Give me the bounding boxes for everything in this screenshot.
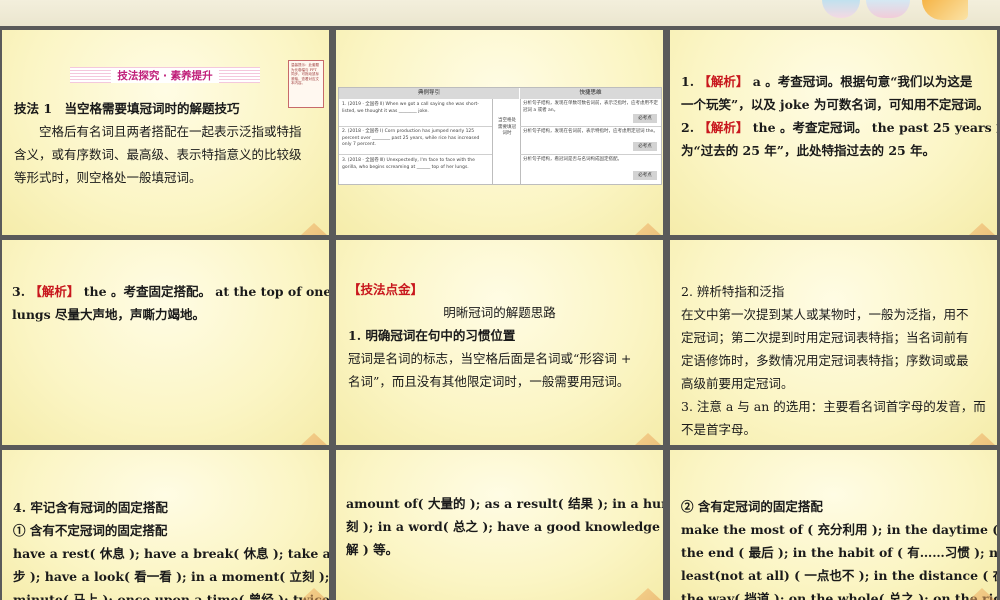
example-table: 典例导引 快捷思维 1. (2019 · 全国卷 Ⅱ) When we got … xyxy=(338,87,662,185)
reminder-note: 温馨提示：此套题为长卷幅与 PPT 同步，可拖动鼠标滚轴，查看对应文本内容。 xyxy=(288,60,324,108)
text-line: 解 ) 等。 xyxy=(346,542,399,557)
text-line: 1. 明确冠词在句中的习惯位置 xyxy=(348,328,516,343)
slide-thumbnail-5[interactable]: 【技法点金】 明晰冠词的解题思路 1. 明确冠词在句中的习惯位置 冠词是名词的标… xyxy=(336,240,663,445)
badge: 必考点 xyxy=(633,171,657,180)
slide-thumbnail-1[interactable]: 技法探究 · 素养提升 温馨提示：此套题为长卷幅与 PPT 同步，可拖动鼠标滚轴… xyxy=(2,30,329,235)
text-line: 步 ); have a look( 看一看 ); in a moment( 立刻… xyxy=(13,569,329,584)
table-cell: 当空格处需要填冠词时 xyxy=(498,118,516,136)
text-line: 名词”，而且没有其他限定词时，一般需要用冠词。 xyxy=(348,374,630,389)
analysis-tag: 【解析】 xyxy=(29,284,80,299)
table-header: 快捷思维 xyxy=(520,88,661,99)
text-line: minute( 马上 ); once upon a time( 曾经 ); tw… xyxy=(13,592,329,600)
slide-thumbnail-3[interactable]: 1. 【解析】 a 。考查冠词。根据句意“我们以为这是 一个玩笑”，以及 jok… xyxy=(670,30,997,235)
table-cell: 2. (2018 · 全国卷 Ⅰ) Corn production has ju… xyxy=(342,129,480,147)
answer-line: 2. 【解析】 the 。考查定冠词。 the past 25 years 意 xyxy=(681,120,997,135)
text-line: 3. 注意 a 与 an 的选用：主要看名词首字母的发音，而 xyxy=(681,399,986,414)
answer-line: 3. 【解析】 the 。考查固定搭配。 at the top of one’s xyxy=(12,284,329,299)
slide-thumbnail-7[interactable]: 4. 牢记含有冠词的固定搭配 ① 含有不定冠词的固定搭配 have a rest… xyxy=(2,450,329,600)
balloon-decoration xyxy=(822,0,860,18)
text-line: 高级前要用定冠词。 xyxy=(681,376,794,391)
text-line: 等形式时，则空格处一般填冠词。 xyxy=(14,170,202,185)
text-line: make the most of ( 充分利用 ); in the daytim… xyxy=(681,522,997,537)
table-cell: 3. (2018 · 全国卷 Ⅲ) Unexpectedly, I'm face… xyxy=(342,158,475,170)
table-header: 典例导引 xyxy=(339,88,519,99)
text-line: 定冠词；第二次提到时用定冠词表特指；当名词前有 xyxy=(681,330,969,345)
slide-thumbnail-8[interactable]: amount of( 大量的 ); as a result( 结果 ); in … xyxy=(336,450,663,600)
balloon-decoration xyxy=(866,0,910,18)
text-line: amount of( 大量的 ); as a result( 结果 ); in … xyxy=(346,496,663,511)
text-line: 冠词是名词的标志，当空格后面是名词或“形容词 + xyxy=(348,351,632,366)
text-line: 在文中第一次提到某人或某物时，一般为泛指，用不 xyxy=(681,307,969,322)
text-line: 刻 ); in a word( 总之 ); have a good knowle… xyxy=(346,519,663,534)
top-banner-strip xyxy=(0,0,1000,26)
slide-thumbnail-4[interactable]: 3. 【解析】 the 。考查固定搭配。 at the top of one’s… xyxy=(2,240,329,445)
technique-heading: 技法 1 当空格需要填冠词时的解题技巧 xyxy=(14,101,240,116)
slide-title: 明晰冠词的解题思路 xyxy=(443,305,556,320)
text-line: 含义，或有序数词、最高级、表示特指意义的比较级 xyxy=(14,147,302,162)
text-line: 2. 辨析特指和泛指 xyxy=(681,284,785,299)
text-line: 不是首字母。 xyxy=(681,422,757,437)
table-cell: 1. (2019 · 全国卷 Ⅱ) When we got a call say… xyxy=(342,102,479,114)
text-line: the end ( 最后 ); in the habit of ( 有……习惯 … xyxy=(681,545,997,560)
slide-thumbnail-6[interactable]: 2. 辨析特指和泛指 在文中第一次提到某人或某物时，一般为泛指，用不 定冠词；第… xyxy=(670,240,997,445)
corner-decoration xyxy=(922,0,968,20)
section-banner: 技法探究 · 素养提升 xyxy=(70,67,260,83)
analysis-tag: 【解析】 xyxy=(698,120,749,135)
text-line: 定语修饰时，多数情况用定冠词表特指；序数词或最 xyxy=(681,353,969,368)
text-line: 4. 牢记含有冠词的固定搭配 xyxy=(13,500,168,515)
text-line: least(not at all) ( 一点也不 ); in the dista… xyxy=(681,568,997,583)
text-line: ② 含有定冠词的固定搭配 xyxy=(681,499,823,514)
answer-line: lungs 尽量大声地，声嘶力竭地。 xyxy=(12,307,206,322)
text-line: the way( 挡道 ); on the whole( 总之 ); on th… xyxy=(681,591,997,600)
tip-tag: 【技法点金】 xyxy=(348,282,424,297)
table-cell: 分析句子结构，发现在名词前，表示特指时，应考虑用定冠词 the。 xyxy=(523,129,658,134)
answer-line: 为“过去的 25 年”，此处特指过去的 25 年。 xyxy=(681,143,936,158)
badge: 必考点 xyxy=(633,142,657,151)
text-line: ① 含有不定冠词的固定搭配 xyxy=(13,523,168,538)
analysis-tag: 【解析】 xyxy=(698,74,749,89)
answer-line: 1. 【解析】 a 。考查冠词。根据句意“我们以为这是 xyxy=(681,74,973,89)
table-cell: 分析句子结构，发现在单数可数名词前，表示泛指时，应考虑用不定冠词 a 或者 an… xyxy=(523,101,658,113)
slide-thumbnail-9[interactable]: ② 含有定冠词的固定搭配 make the most of ( 充分利用 ); … xyxy=(670,450,997,600)
table-cell: 分析句子结构，看冠词是否与名词构成固定搭配。 xyxy=(523,157,622,162)
text-line: 空格后有名词且两者搭配在一起表示泛指或特指 xyxy=(14,124,302,139)
badge: 必考点 xyxy=(633,114,657,123)
banner-title: 技法探究 · 素养提升 xyxy=(111,67,219,83)
text-line: have a rest( 休息 ); have a break( 休息 ); t… xyxy=(13,546,329,561)
answer-line: 一个玩笑”，以及 joke 为可数名词，可知用不定冠词。 xyxy=(681,97,989,112)
